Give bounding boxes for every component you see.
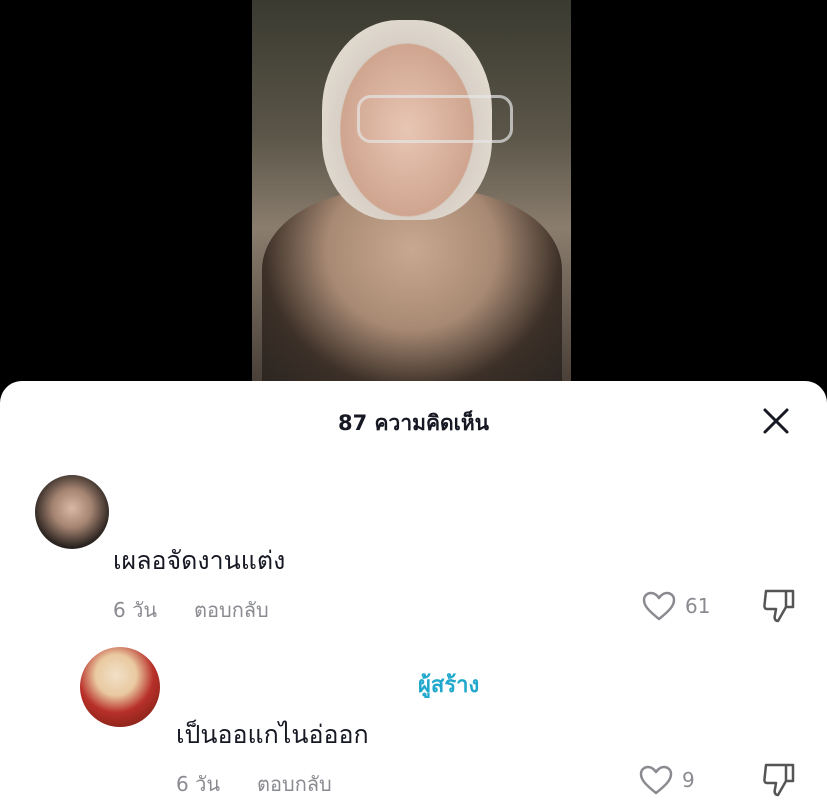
like-count: 61 (685, 594, 711, 618)
close-icon[interactable] (760, 405, 792, 437)
video-figure-glasses (357, 95, 513, 143)
heart-icon (639, 765, 673, 795)
reply-button[interactable]: ตอบกลับ (194, 594, 269, 626)
creator-badge: ผู้สร้าง (418, 673, 480, 698)
like-count: 9 (682, 768, 695, 792)
like-button[interactable]: 61 (641, 590, 710, 622)
dislike-button[interactable] (761, 587, 797, 629)
comment-age: 6 วัน (113, 598, 157, 622)
comment-age: 6 วัน (176, 772, 220, 796)
video-preview[interactable] (252, 0, 571, 381)
like-button[interactable]: 9 (638, 764, 695, 796)
comment-text: เผลอจัดงานแต่ง (113, 546, 286, 575)
dislike-button[interactable] (761, 761, 797, 803)
comments-sheet: 87 ความคิดเห็น เผลอจัดงานแต่ง 6 วัน ตอบก… (0, 381, 827, 810)
avatar[interactable] (80, 647, 160, 727)
thumbs-down-icon (763, 589, 795, 623)
avatar[interactable] (35, 475, 109, 549)
heart-icon (642, 591, 676, 621)
comment-text: เป็นออแกไนอ่ออก (176, 720, 369, 749)
thumbs-down-icon (763, 763, 795, 797)
comments-count-title: 87 ความคิดเห็น (337, 411, 490, 435)
reply-button[interactable]: ตอบกลับ (257, 768, 332, 800)
